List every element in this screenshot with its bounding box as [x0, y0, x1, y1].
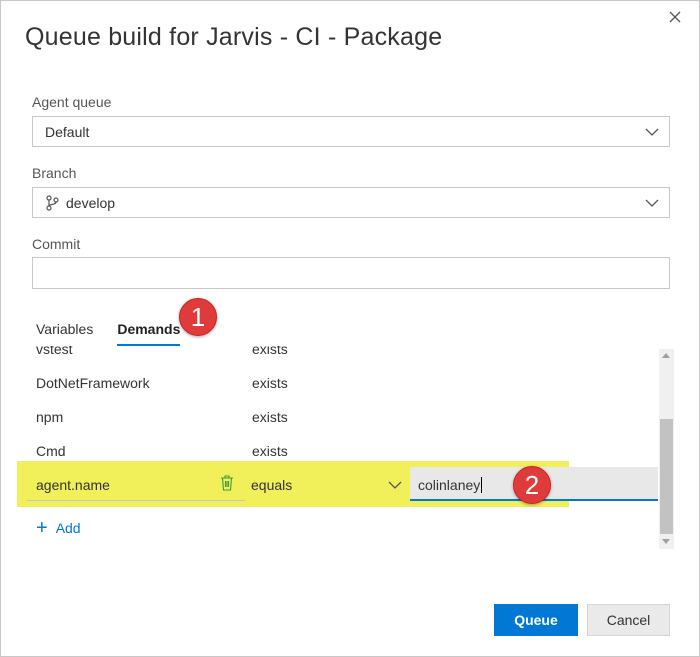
scroll-down-arrow-icon[interactable] [662, 539, 670, 544]
demand-name-value: agent.name [36, 477, 110, 493]
demand-condition: exists [252, 409, 288, 425]
demand-name: Cmd [36, 443, 66, 459]
queue-button[interactable]: Queue [494, 604, 578, 636]
annotation-badge-2: 2 [513, 466, 551, 504]
tab-variables[interactable]: Variables [36, 321, 93, 346]
demand-condition: exists [252, 375, 288, 391]
scroll-up-arrow-icon[interactable] [662, 353, 670, 358]
cancel-button[interactable]: Cancel [587, 604, 670, 636]
commit-label: Commit [32, 236, 81, 252]
demands-list: vstest exists DotNetFramework exists npm… [23, 346, 663, 546]
trash-icon[interactable] [220, 475, 234, 491]
demand-edit-row: agent.name equals colinlaney [27, 467, 658, 501]
queue-build-dialog: Queue build for Jarvis - CI - Package Ag… [0, 0, 700, 657]
add-demand-button[interactable]: + Add [36, 517, 81, 539]
text-caret [481, 477, 483, 493]
branch-label: Branch [32, 165, 77, 181]
commit-input[interactable] [32, 257, 670, 289]
demand-name: DotNetFramework [36, 375, 150, 391]
dialog-title: Queue build for Jarvis - CI - Package [25, 23, 443, 51]
demand-value-text: colinlaney [418, 477, 481, 493]
demand-name: vstest [36, 346, 73, 357]
branch-select[interactable]: develop [32, 187, 670, 218]
agent-queue-select[interactable]: Default [32, 116, 670, 147]
chevron-down-icon [388, 481, 402, 489]
demand-condition-select[interactable]: equals [251, 467, 408, 501]
tab-bar: Variables Demands [36, 321, 181, 346]
close-button[interactable] [663, 5, 687, 29]
scrollbar[interactable] [659, 349, 674, 549]
chevron-down-icon [645, 128, 659, 136]
demand-condition: exists [252, 346, 288, 357]
table-row[interactable]: DotNetFramework exists [23, 365, 653, 399]
chevron-down-icon [645, 199, 659, 207]
add-label: Add [55, 520, 81, 536]
demand-name-input[interactable]: agent.name [27, 467, 245, 501]
branch-value: develop [66, 194, 116, 211]
tab-demands[interactable]: Demands [117, 321, 181, 346]
agent-queue-label: Agent queue [32, 94, 112, 110]
demand-name: npm [36, 409, 64, 425]
agent-queue-value: Default [45, 123, 90, 140]
scrollbar-thumb[interactable] [660, 419, 673, 534]
annotation-badge-1: 1 [179, 298, 217, 336]
table-row[interactable]: vstest exists [23, 346, 653, 365]
demand-condition-value: equals [251, 477, 293, 493]
branch-icon [46, 194, 59, 211]
close-icon [669, 11, 681, 23]
plus-icon: + [36, 517, 48, 539]
table-row[interactable]: npm exists [23, 399, 653, 433]
demand-condition: exists [252, 443, 288, 459]
